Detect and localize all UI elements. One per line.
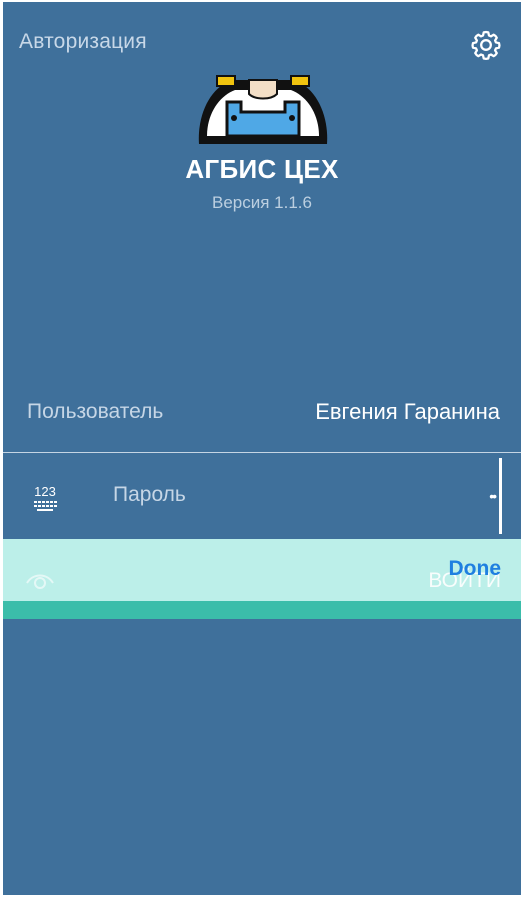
user-field[interactable]: Пользователь Евгения Гаранина: [3, 382, 521, 453]
user-value[interactable]: Евгения Гаранина: [315, 399, 500, 425]
login-screen: Авторизация АГБИС ЦЕХ Версия 1.1.6 Польз…: [3, 2, 521, 895]
gear-icon[interactable]: [469, 28, 503, 62]
password-field[interactable]: 123 Пароль ••: [3, 454, 521, 538]
password-value[interactable]: ••: [489, 488, 497, 504]
app-version: Версия 1.1.6: [212, 193, 312, 212]
keyboard-accessory-bar: ВОЙТИ Done: [3, 539, 521, 601]
svg-text:123: 123: [34, 484, 56, 499]
user-label: Пользователь: [27, 400, 164, 423]
accent-strip: [3, 601, 521, 619]
app-name: АГБИС ЦЕХ: [185, 154, 339, 184]
app-logo: [193, 74, 333, 144]
done-button[interactable]: Done: [449, 557, 502, 581]
text-caret: [499, 458, 502, 534]
numeric-keyboard-icon[interactable]: 123: [31, 484, 59, 514]
eye-icon[interactable]: [25, 569, 55, 593]
password-label: Пароль: [113, 483, 186, 506]
page-title: Авторизация: [19, 30, 147, 53]
